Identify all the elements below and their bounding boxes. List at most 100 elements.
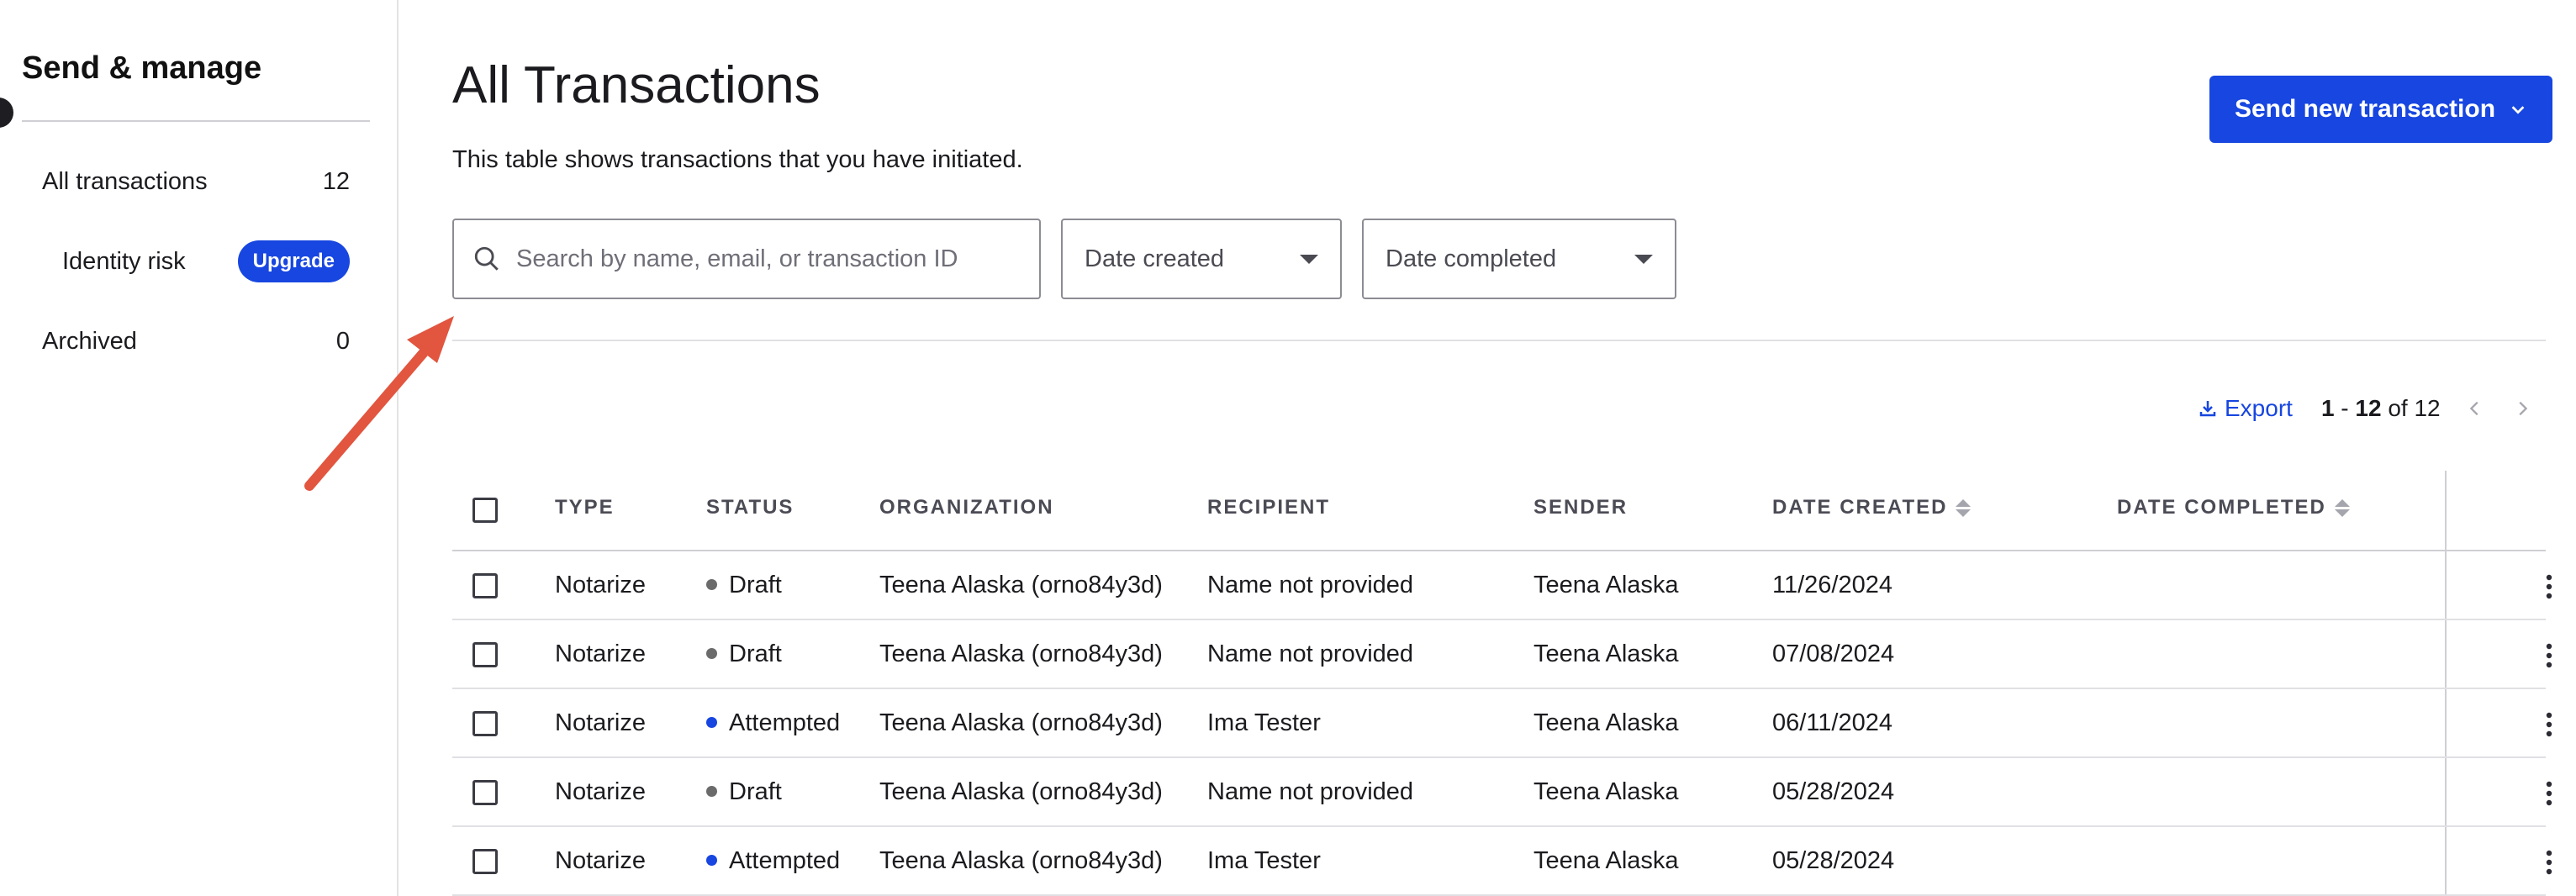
sidebar-item-identity-risk[interactable]: Identity risk Upgrade <box>62 240 350 282</box>
row-actions-button[interactable] <box>2532 777 2566 810</box>
cell-type: Notarize <box>555 572 646 598</box>
cell-status: Draft <box>706 572 782 599</box>
table-row[interactable]: Notarize Draft Teena Alaska (orno84y3d) Nam… <box>452 620 2552 689</box>
cell-organization: Teena Alaska (orno84y3d) <box>879 709 1163 736</box>
row-checkbox[interactable] <box>472 711 498 736</box>
table-row[interactable]: Notarize Attempted Teena Alaska (orno84y3d… <box>452 827 2552 896</box>
sidebar-divider <box>22 120 370 122</box>
cell-recipient: Name not provided <box>1207 640 1414 667</box>
row-checkbox[interactable] <box>472 573 498 598</box>
cell-date-created: 05/28/2024 <box>1772 847 1895 874</box>
sidebar-title: Send & manage <box>22 50 262 86</box>
cell-sender: Teena Alaska <box>1533 572 1679 598</box>
column-header-recipient: RECIPIENT <box>1207 496 1331 519</box>
search-input[interactable] <box>516 245 1021 273</box>
row-checkbox[interactable] <box>472 642 498 667</box>
status-dot-icon <box>706 648 717 659</box>
cell-status: Draft <box>706 778 782 806</box>
send-new-transaction-button[interactable]: Send new transaction <box>2209 76 2552 143</box>
cell-type: Notarize <box>555 640 646 667</box>
cell-organization: Teena Alaska (orno84y3d) <box>879 640 1163 667</box>
sidebar-item-all-transactions[interactable]: All transactions 12 <box>42 165 350 198</box>
select-all-checkbox[interactable] <box>472 498 498 523</box>
sidebar-item-count: 12 <box>322 167 350 195</box>
row-checkbox[interactable] <box>472 780 498 805</box>
sort-icon <box>2334 498 2350 517</box>
sidebar-item-label: Identity risk <box>62 247 186 275</box>
status-dot-icon <box>706 717 717 728</box>
collapse-toggle-button[interactable] <box>0 98 13 128</box>
column-header-date-created[interactable]: DATE CREATED <box>1772 496 1972 519</box>
more-vertical-icon <box>2546 781 2552 806</box>
cell-sender: Teena Alaska <box>1533 847 1679 874</box>
export-button[interactable]: Export <box>2198 395 2293 422</box>
table-body: Notarize Draft Teena Alaska (orno84y3d) Nam… <box>452 551 2552 896</box>
cell-sender: Teena Alaska <box>1533 640 1679 667</box>
table-row[interactable]: Notarize Draft Teena Alaska (orno84y3d) Nam… <box>452 758 2552 827</box>
cell-type: Notarize <box>555 847 646 874</box>
pagination-summary: 1 - 12 of 12 <box>2321 395 2441 422</box>
column-header-type: TYPE <box>555 496 615 519</box>
column-header-label: DATE COMPLETED <box>2117 496 2326 519</box>
sidebar: Send & manage All transactions 12 Identi… <box>0 0 399 896</box>
status-label: Draft <box>729 640 782 667</box>
cell-sender: Teena Alaska <box>1533 709 1679 736</box>
status-dot-icon <box>706 579 717 590</box>
previous-page-button[interactable] <box>2463 396 2488 421</box>
cell-organization: Teena Alaska (orno84y3d) <box>879 847 1163 874</box>
upgrade-badge-button[interactable]: Upgrade <box>237 240 350 282</box>
sidebar-item-archived[interactable]: Archived 0 <box>42 324 350 358</box>
export-label: Export <box>2225 395 2293 421</box>
range-start: 1 <box>2320 395 2335 421</box>
more-vertical-icon <box>2546 712 2552 737</box>
sidebar-item-label: All transactions <box>42 167 208 195</box>
more-vertical-icon <box>2546 574 2552 599</box>
chevron-right-icon <box>2519 401 2527 416</box>
column-header-sender: SENDER <box>1533 496 1628 519</box>
download-icon <box>2199 401 2216 417</box>
send-new-transaction-label: Send new transaction <box>2234 95 2496 123</box>
row-actions-button[interactable] <box>2532 708 2566 741</box>
cell-date-created: 07/08/2024 <box>1772 640 1895 667</box>
cell-status: Attempted <box>706 709 840 737</box>
cell-recipient: Name not provided <box>1207 572 1414 598</box>
row-actions-button[interactable] <box>2532 570 2566 603</box>
table-toolbar: Export 1 - 12 of 12 <box>2198 392 2535 425</box>
range-total: of 12 <box>2381 395 2441 421</box>
next-page-button[interactable] <box>2510 396 2535 421</box>
more-vertical-icon <box>2546 850 2552 875</box>
date-created-select[interactable]: Date created <box>1061 219 1342 299</box>
row-actions-button[interactable] <box>2532 639 2566 672</box>
cell-date-created: 05/28/2024 <box>1772 778 1895 805</box>
cell-date-created: 11/26/2024 <box>1772 572 1892 598</box>
date-completed-select[interactable]: Date completed <box>1362 219 1676 299</box>
table-row[interactable]: Notarize Attempted Teena Alaska (orno84y3d… <box>452 689 2552 758</box>
chevron-left-icon <box>2469 401 2478 416</box>
divider <box>452 340 2546 341</box>
table-row[interactable]: Notarize Draft Teena Alaska (orno84y3d) Nam… <box>452 551 2552 620</box>
caret-down-icon <box>1634 254 1653 264</box>
cell-sender: Teena Alaska <box>1533 778 1679 805</box>
transactions-table: TYPE STATUS ORGANIZATION RECIPIENT SENDE… <box>452 471 2552 896</box>
range-separator: - <box>2334 395 2356 421</box>
search-field[interactable] <box>452 219 1041 299</box>
date-completed-select-label: Date completed <box>1386 245 1557 272</box>
status-label: Draft <box>729 778 782 805</box>
column-header-status: STATUS <box>706 496 794 519</box>
page-title: All Transactions <box>452 56 821 114</box>
sidebar-item-count: 0 <box>335 327 350 355</box>
status-label: Attempted <box>729 709 841 736</box>
table-header: TYPE STATUS ORGANIZATION RECIPIENT SENDE… <box>452 471 2546 551</box>
cell-status: Attempted <box>706 847 840 875</box>
chevron-down-icon <box>2511 106 2525 114</box>
cell-organization: Teena Alaska (orno84y3d) <box>879 778 1163 805</box>
cell-type: Notarize <box>555 709 646 736</box>
sidebar-item-label: Archived <box>42 327 137 355</box>
row-checkbox[interactable] <box>472 849 498 874</box>
status-label: Attempted <box>729 847 841 874</box>
cell-recipient: Ima Tester <box>1207 709 1321 736</box>
row-actions-button[interactable] <box>2532 846 2566 879</box>
column-header-date-completed[interactable]: DATE COMPLETED <box>2117 496 2350 519</box>
cell-organization: Teena Alaska (orno84y3d) <box>879 572 1163 598</box>
cell-recipient: Ima Tester <box>1207 847 1321 874</box>
